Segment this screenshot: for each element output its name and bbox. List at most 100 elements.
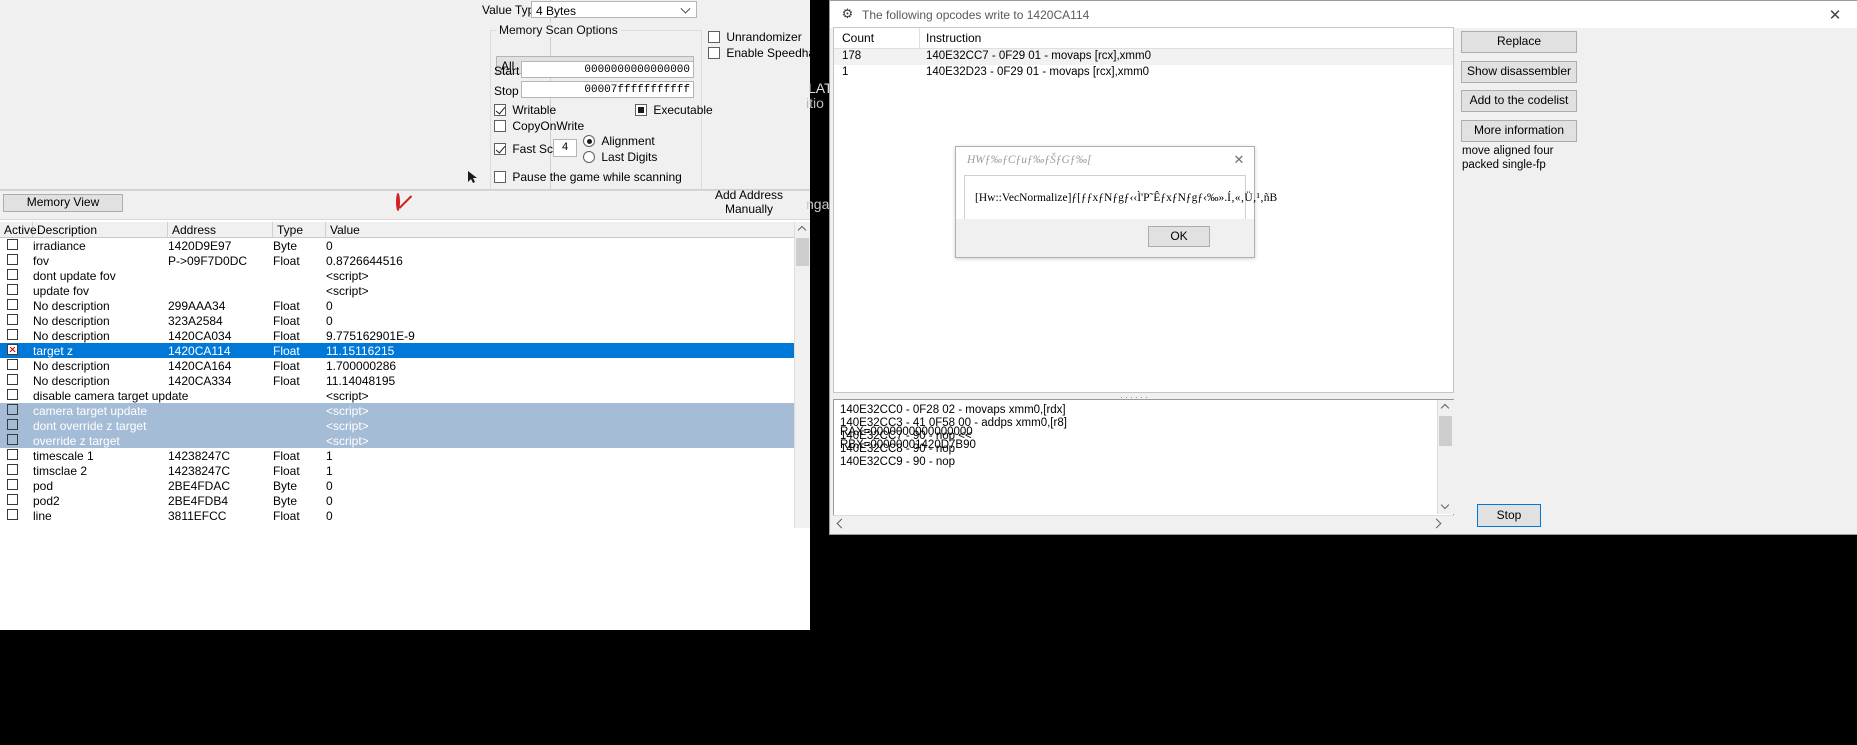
row-active-checkbox[interactable] xyxy=(7,419,18,430)
row-active-checkbox[interactable] xyxy=(7,509,18,520)
start-input[interactable] xyxy=(521,61,694,78)
row-active-checkbox[interactable] xyxy=(7,389,18,400)
opcode-listview-header: Count Instruction xyxy=(834,28,1453,49)
row-value: 1 xyxy=(326,449,333,463)
row-active-checkbox[interactable] xyxy=(7,434,18,445)
table-row[interactable]: fov P->09F7D0DC Float 0.8726644516 xyxy=(0,253,794,268)
table-row[interactable]: No description 1420CA164 Float 1.700000286 xyxy=(0,358,794,373)
column-header-type[interactable]: Type xyxy=(273,222,326,237)
row-active-checkbox[interactable] xyxy=(7,404,18,415)
table-row[interactable]: update fov <script> xyxy=(0,283,794,298)
column-header-count[interactable]: Count xyxy=(842,31,874,45)
writable-checkbox-row[interactable]: Writable xyxy=(494,103,556,117)
table-row[interactable]: disable camera target update <script> xyxy=(0,388,794,403)
opcode-row[interactable]: 178 140E32CC7 - 0F29 01 - movaps [rcx],xm… xyxy=(834,49,1453,65)
column-header-address[interactable]: Address xyxy=(168,222,273,237)
table-row[interactable]: No description 299AAA34 Float 0 xyxy=(0,298,794,313)
close-icon[interactable]: ✕ xyxy=(1230,151,1248,169)
row-address: 1420CA034 xyxy=(168,329,232,343)
last-digits-radio-row[interactable]: Last Digits xyxy=(583,150,657,164)
stop-button[interactable]: Stop xyxy=(1477,504,1541,527)
address-list-scrollbar[interactable] xyxy=(794,222,811,528)
stop-scan-icon-button[interactable] xyxy=(396,193,400,211)
column-header-value[interactable]: Value xyxy=(326,222,486,237)
row-active-checkbox[interactable] xyxy=(7,329,18,340)
scroll-right-icon[interactable] xyxy=(1431,518,1442,529)
row-active-checkbox[interactable] xyxy=(7,314,18,325)
writable-checkbox[interactable] xyxy=(494,104,506,116)
column-header-active[interactable]: Active xyxy=(0,222,37,237)
alignment-radio[interactable] xyxy=(583,135,595,147)
table-row[interactable]: line 3811EFCC Float 0 xyxy=(0,508,794,523)
add-address-manually-button[interactable]: Add Address Manually xyxy=(693,188,805,216)
column-divider[interactable] xyxy=(919,28,920,48)
start-label: Start xyxy=(494,64,520,78)
row-description: target z xyxy=(33,344,74,358)
table-row[interactable]: target z 1420CA114 Float 11.15116215 xyxy=(0,343,794,358)
disassembly-hscrollbar[interactable] xyxy=(833,515,1454,530)
add-to-the-codelist-button[interactable]: Add to the codelist xyxy=(1461,90,1577,112)
row-active-checkbox[interactable] xyxy=(7,344,18,355)
scrollbar-thumb[interactable] xyxy=(1439,416,1452,446)
table-row[interactable]: override z target <script> xyxy=(0,433,794,448)
column-header-description[interactable]: Description xyxy=(33,222,168,237)
last-digits-radio[interactable] xyxy=(583,151,595,163)
ok-button[interactable]: OK xyxy=(1148,226,1210,247)
row-address: 3811EFCC xyxy=(168,509,227,523)
table-row[interactable]: dont override z target <script> xyxy=(0,418,794,433)
scrollbar-thumb[interactable] xyxy=(796,238,809,266)
unrandomizer-checkbox[interactable] xyxy=(708,31,720,43)
table-row[interactable]: dont update fov <script> xyxy=(0,268,794,283)
opcode-row[interactable]: 1 140E32D23 - 0F29 01 - movaps [rcx],xmm0 xyxy=(834,65,1453,81)
scroll-down-icon[interactable] xyxy=(1442,502,1449,509)
row-active-checkbox[interactable] xyxy=(7,374,18,385)
show-disassembler-button[interactable]: Show disassembler xyxy=(1461,61,1577,83)
fast-scan-checkbox[interactable] xyxy=(494,143,506,155)
alignment-radio-row[interactable]: Alignment xyxy=(583,134,655,148)
executable-checkbox[interactable] xyxy=(635,104,647,116)
scroll-left-icon[interactable] xyxy=(836,518,847,529)
more-information-button[interactable]: More information xyxy=(1461,120,1577,142)
stop-input[interactable] xyxy=(521,81,694,98)
table-row[interactable]: pod 2BE4FDAC Byte 0 xyxy=(0,478,794,493)
row-active-checkbox[interactable] xyxy=(7,254,18,265)
table-row[interactable]: pod2 2BE4FDB4 Byte 0 xyxy=(0,493,794,508)
table-row[interactable]: No description 1420CA334 Float 11.14048195 xyxy=(0,373,794,388)
unrandomizer-checkbox-row[interactable]: Unrandomizer xyxy=(708,30,802,44)
memory-view-button[interactable]: Memory View xyxy=(3,194,123,212)
fast-scan-value-input[interactable] xyxy=(553,139,577,157)
row-active-checkbox[interactable] xyxy=(7,299,18,310)
address-list: irradiance 1420D9E97 Byte 0 fov P->09F7D0DC Fl… xyxy=(0,238,794,528)
table-row[interactable]: timsclae 2 14238247C Float 1 xyxy=(0,463,794,478)
row-active-checkbox[interactable] xyxy=(7,464,18,475)
pause-game-checkbox[interactable] xyxy=(494,171,506,183)
row-value: <script> xyxy=(326,404,369,418)
opcode-count: 1 xyxy=(842,66,849,78)
copyonwrite-checkbox-row[interactable]: CopyOnWrite xyxy=(494,119,584,133)
table-row[interactable]: camera target update <script> xyxy=(0,403,794,418)
row-active-checkbox[interactable] xyxy=(7,269,18,280)
row-active-checkbox[interactable] xyxy=(7,239,18,250)
pause-game-checkbox-row[interactable]: Pause the game while scanning xyxy=(494,170,682,184)
alignment-label: Alignment xyxy=(601,134,655,148)
disassembly-scrollbar[interactable] xyxy=(1437,400,1454,514)
column-header-instruction[interactable]: Instruction xyxy=(926,31,981,45)
row-active-checkbox[interactable] xyxy=(7,284,18,295)
value-type-select[interactable]: 4 Bytes xyxy=(531,1,697,18)
table-row[interactable]: timescale 1 14238247C Float 1 xyxy=(0,448,794,463)
row-address: 14238247C xyxy=(168,464,231,478)
row-active-checkbox[interactable] xyxy=(7,494,18,505)
table-row[interactable]: No description 323A2584 Float 0 xyxy=(0,313,794,328)
row-active-checkbox[interactable] xyxy=(7,449,18,460)
row-active-checkbox[interactable] xyxy=(7,479,18,490)
copyonwrite-checkbox[interactable] xyxy=(494,120,506,132)
scroll-up-icon[interactable] xyxy=(1442,405,1449,412)
executable-checkbox-row[interactable]: Executable xyxy=(635,103,713,117)
scroll-up-icon[interactable] xyxy=(799,227,806,234)
table-row[interactable]: irradiance 1420D9E97 Byte 0 xyxy=(0,238,794,253)
close-icon[interactable]: ✕ xyxy=(1812,1,1857,28)
row-active-checkbox[interactable] xyxy=(7,359,18,370)
enable-speedhack-checkbox[interactable] xyxy=(708,47,720,59)
replace-button[interactable]: Replace xyxy=(1461,31,1577,53)
table-row[interactable]: No description 1420CA034 Float 9.775162901E… xyxy=(0,328,794,343)
